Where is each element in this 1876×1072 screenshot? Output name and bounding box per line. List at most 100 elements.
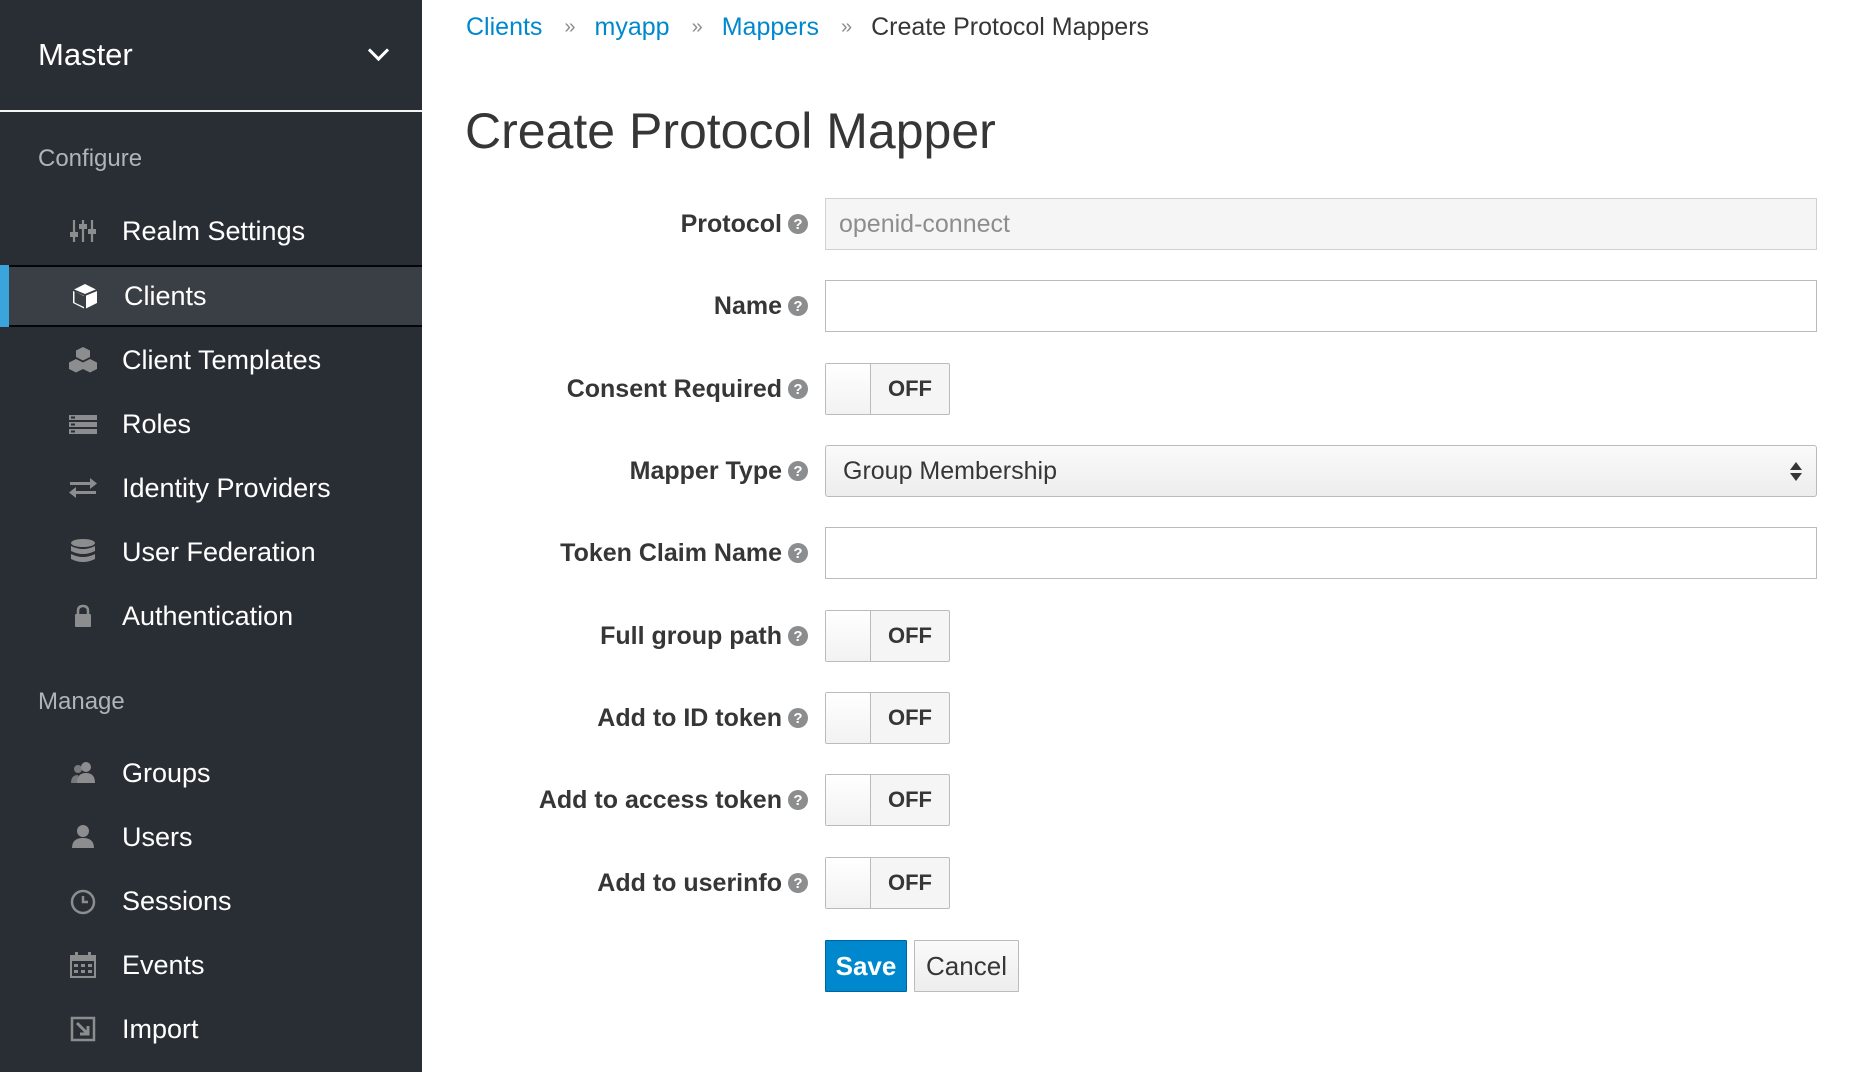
breadcrumb-mappers[interactable]: Mappers (722, 13, 819, 42)
add-to-access-token-toggle[interactable]: OFF (825, 774, 950, 826)
breadcrumb-separator: » (840, 16, 852, 38)
breadcrumb-current: Create Protocol Mappers (871, 13, 1150, 41)
user-icon (66, 822, 100, 852)
sidebar-item-roles[interactable]: Roles (0, 393, 422, 455)
sidebar-item-label: Client Templates (122, 344, 322, 375)
sidebar-item-users[interactable]: Users (0, 806, 422, 868)
form-actions: Save Cancel (422, 940, 1842, 992)
help-icon[interactable]: ? (788, 626, 808, 646)
help-icon[interactable]: ? (788, 214, 808, 234)
save-button[interactable]: Save (825, 940, 907, 992)
sidebar-item-authentication[interactable]: Authentication (0, 585, 422, 647)
calendar-icon (66, 950, 100, 980)
mapper-type-select[interactable]: Group Membership (825, 445, 1817, 497)
add-to-userinfo-label: Add to userinfo ? (597, 857, 808, 909)
main-content: Clients » myapp » Mappers » Create Proto… (422, 0, 1876, 1072)
add-to-id-token-toggle[interactable]: OFF (825, 692, 950, 744)
lock-icon (66, 601, 100, 631)
add-to-userinfo-label-text: Add to userinfo (597, 868, 782, 897)
add-to-id-token-row: Add to ID token ? OFF (422, 692, 1842, 744)
protocol-row: Protocol ? (422, 198, 1842, 250)
sidebar-item-label: User Federation (122, 536, 316, 567)
name-field[interactable] (825, 280, 1817, 332)
sidebar-item-label: Import (122, 1013, 199, 1044)
token-claim-name-row: Token Claim Name ? (422, 527, 1842, 579)
sidebar-item-label: Roles (122, 408, 192, 439)
breadcrumb-separator: » (564, 16, 575, 38)
sidebar-item-label: Users (122, 821, 193, 852)
protocol-label: Protocol ? (681, 198, 808, 250)
help-icon[interactable]: ? (788, 379, 808, 399)
toggle-state: OFF (888, 376, 932, 401)
sidebar-item-label: Realm Settings (122, 215, 306, 246)
breadcrumb-clients[interactable]: Clients (466, 13, 542, 42)
breadcrumb-separator: » (691, 16, 703, 38)
sidebar-item-label: Clients (124, 280, 207, 311)
sidebar-item-label: Identity Providers (122, 472, 331, 503)
consent-required-label-text: Consent Required (566, 374, 782, 403)
breadcrumb-myapp[interactable]: myapp (595, 13, 670, 42)
toggle-knob (826, 693, 871, 743)
section-configure-label: Configure (38, 145, 143, 172)
breadcrumb: Clients » myapp » Mappers » Create Proto… (466, 13, 1149, 42)
token-claim-name-label: Token Claim Name ? (560, 527, 808, 579)
toggle-knob (826, 775, 871, 825)
toggle-knob (826, 858, 871, 908)
consent-required-toggle[interactable]: OFF (825, 363, 950, 415)
full-group-path-row: Full group path ? OFF (422, 610, 1842, 662)
consent-required-row: Consent Required ? OFF (422, 363, 1842, 415)
help-icon[interactable]: ? (788, 790, 808, 810)
sidebar-item-label: Authentication (122, 600, 294, 631)
token-claim-name-label-text: Token Claim Name (560, 538, 782, 567)
mapper-type-row: Mapper Type ? Group Membership (422, 445, 1842, 497)
toggle-state: OFF (888, 870, 932, 895)
help-icon[interactable]: ? (788, 461, 808, 481)
sidebar-item-realm-settings[interactable]: Realm Settings (0, 200, 422, 262)
cube-icon (68, 281, 102, 311)
protocol-label-text: Protocol (680, 209, 782, 238)
mapper-type-label-text: Mapper Type (629, 456, 782, 485)
chevron-down-icon (367, 39, 390, 62)
help-icon[interactable]: ? (788, 708, 808, 728)
sidebar-item-events[interactable]: Events (0, 934, 422, 996)
name-row: Name ? (422, 280, 1842, 332)
sidebar-item-label: Events (122, 949, 205, 980)
database-icon (66, 537, 100, 567)
name-label-text: Name (713, 291, 782, 320)
help-icon[interactable]: ? (788, 296, 808, 316)
users-icon (66, 758, 100, 788)
sidebar-item-user-federation[interactable]: User Federation (0, 521, 422, 583)
toggle-knob (826, 611, 871, 661)
help-icon[interactable]: ? (788, 543, 808, 563)
list-icon (66, 409, 100, 439)
sidebar-item-import[interactable]: Import (0, 998, 422, 1060)
add-to-access-token-row: Add to access token ? OFF (422, 774, 1842, 826)
toggle-state: OFF (888, 623, 932, 648)
name-label: Name ? (714, 280, 808, 332)
toggle-knob (826, 364, 871, 414)
cancel-button[interactable]: Cancel (914, 940, 1019, 992)
sidebar-item-label: Sessions (122, 885, 232, 916)
add-to-userinfo-row: Add to userinfo ? OFF (422, 857, 1842, 909)
sidebar-item-identity-providers[interactable]: Identity Providers (0, 457, 422, 519)
full-group-path-toggle[interactable]: OFF (825, 610, 950, 662)
add-to-access-token-label: Add to access token ? (539, 774, 808, 826)
sidebar-item-groups[interactable]: Groups (0, 742, 422, 804)
toggle-state: OFF (888, 705, 932, 730)
add-to-userinfo-toggle[interactable]: OFF (825, 857, 950, 909)
consent-required-label: Consent Required ? (567, 363, 808, 415)
sidebar-item-clients[interactable]: Clients (0, 265, 422, 327)
sliders-icon (66, 216, 100, 246)
token-claim-name-field[interactable] (825, 527, 1817, 579)
sidebar-item-sessions[interactable]: Sessions (0, 870, 422, 932)
full-group-path-label-text: Full group path (600, 621, 782, 650)
realm-selector[interactable]: Master (0, 0, 422, 112)
mapper-type-value: Group Membership (843, 456, 1057, 485)
sidebar-item-client-templates[interactable]: Client Templates (0, 329, 422, 391)
protocol-field[interactable] (825, 198, 1817, 250)
toggle-state: OFF (888, 787, 932, 812)
add-to-id-token-label-text: Add to ID token (597, 703, 782, 732)
add-to-id-token-label: Add to ID token ? (597, 692, 808, 744)
sidebar-item-label: Groups (122, 757, 211, 788)
help-icon[interactable]: ? (788, 873, 808, 893)
